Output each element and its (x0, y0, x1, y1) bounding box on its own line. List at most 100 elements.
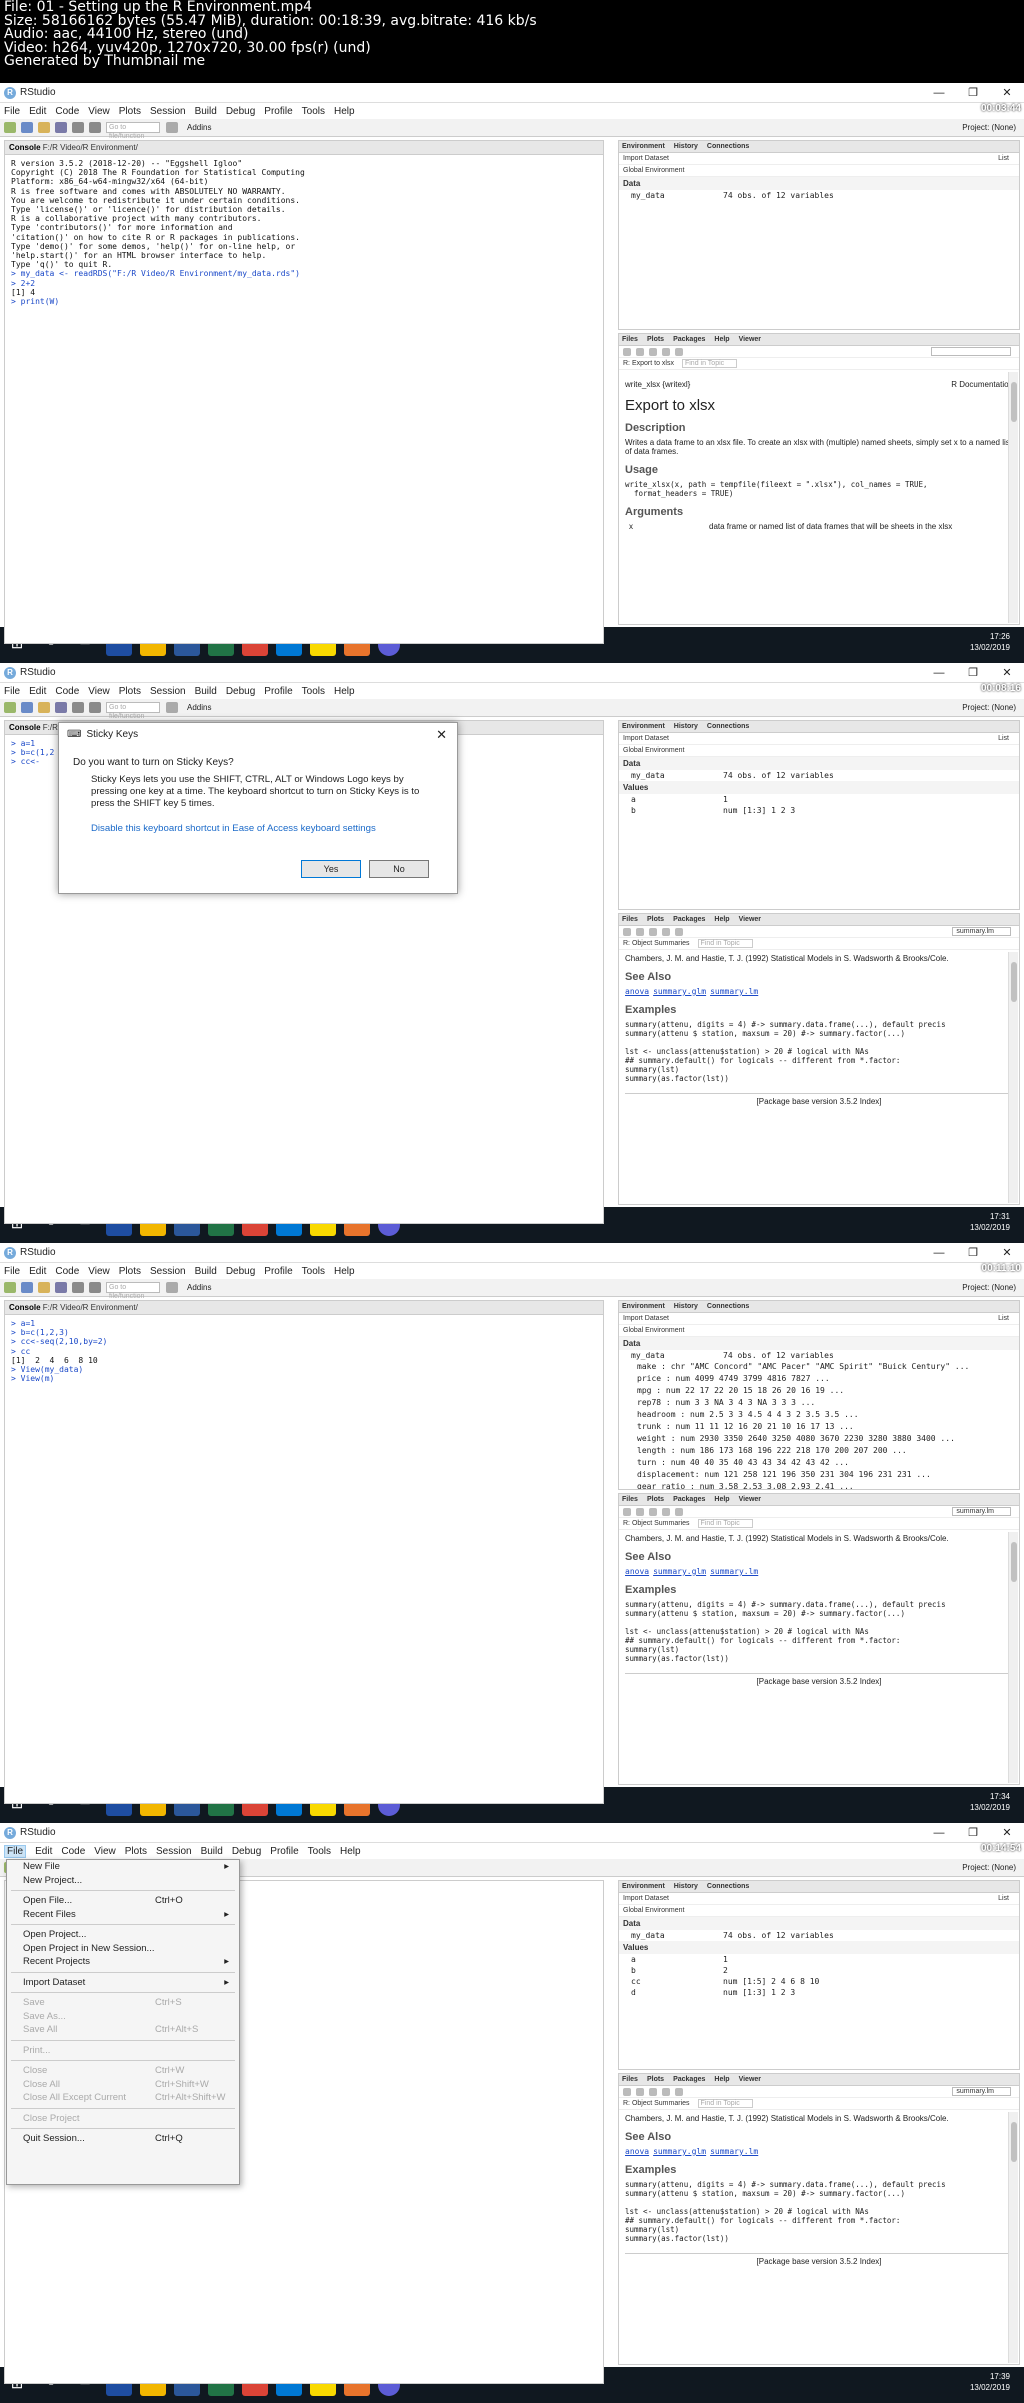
no-button[interactable]: No (369, 860, 429, 878)
disable-shortcut-link[interactable]: Disable this keyboard shortcut in Ease o… (59, 811, 457, 846)
tab-packages[interactable]: Packages (673, 1496, 705, 1503)
help-search-input[interactable]: summary.lm (952, 1507, 1011, 1516)
global-environment-menu[interactable]: Global Environment (623, 747, 684, 754)
tab-files[interactable]: Files (622, 916, 638, 923)
list-view-menu[interactable]: List (998, 1895, 1009, 1902)
menu-session[interactable]: Session (150, 1266, 186, 1277)
list-view-menu[interactable]: List (998, 155, 1009, 162)
close-icon[interactable]: ✕ (990, 1823, 1024, 1843)
menu-profile[interactable]: Profile (264, 686, 292, 697)
file-menu-item[interactable]: Open Project in New Session... (7, 1942, 239, 1956)
tab-connections[interactable]: Connections (707, 143, 749, 150)
help-breadcrumb[interactable]: R: Object Summaries (623, 940, 690, 947)
tab-help[interactable]: Help (714, 336, 729, 343)
help-breadcrumb[interactable]: R: Object Summaries (623, 2100, 690, 2107)
menu-plots[interactable]: Plots (125, 1846, 147, 1857)
find-in-topic-input[interactable]: Find in Topic (697, 939, 753, 948)
print-icon[interactable] (89, 1282, 101, 1293)
menu-profile[interactable]: Profile (264, 106, 292, 117)
list-view-menu[interactable]: List (998, 1315, 1009, 1322)
menu-build[interactable]: Build (195, 1266, 217, 1277)
help-link[interactable]: summary.glm (653, 1567, 706, 1576)
print-icon[interactable] (89, 122, 101, 133)
menu-tools[interactable]: Tools (302, 686, 325, 697)
grid-icon[interactable] (166, 1282, 178, 1293)
save-all-icon[interactable] (55, 1282, 67, 1293)
file-menu-item[interactable]: Open Project... (7, 1928, 239, 1942)
help-scrollbar[interactable] (1008, 372, 1018, 623)
help-search-input[interactable] (931, 347, 1011, 356)
menu-code[interactable]: Code (55, 686, 79, 697)
project-menu[interactable]: Project: (None) (962, 1283, 1016, 1292)
menu-build[interactable]: Build (201, 1846, 223, 1857)
close-icon[interactable]: ✕ (990, 83, 1024, 103)
list-view-menu[interactable]: List (998, 735, 1009, 742)
tab-viewer[interactable]: Viewer (739, 2076, 761, 2083)
menu-help[interactable]: Help (334, 686, 355, 697)
env-row[interactable]: my_data 74 obs. of 12 variables (619, 1350, 1019, 1361)
menu-help[interactable]: Help (334, 1266, 355, 1277)
back-icon[interactable] (623, 927, 631, 936)
tab-history[interactable]: History (674, 723, 698, 730)
help-link[interactable]: anova (625, 987, 649, 996)
addins-menu[interactable]: Addins (187, 1283, 211, 1292)
back-icon[interactable] (623, 1507, 631, 1516)
goto-file-input[interactable]: Go to file/function (106, 1282, 160, 1300)
project-menu[interactable]: Project: (None) (962, 1863, 1016, 1872)
browser-icon[interactable] (675, 1507, 683, 1516)
forward-icon[interactable] (636, 2087, 644, 2096)
minimize-icon[interactable]: — (922, 83, 956, 103)
help-breadcrumb[interactable]: R: Export to xlsx (623, 360, 674, 367)
tab-files[interactable]: Files (622, 1496, 638, 1503)
tab-help[interactable]: Help (714, 916, 729, 923)
help-link[interactable]: summary.lm (710, 2147, 758, 2156)
save-all-icon[interactable] (55, 702, 67, 713)
tab-help[interactable]: Help (714, 2076, 729, 2083)
tab-plots[interactable]: Plots (647, 916, 664, 923)
file-menu-item[interactable]: Quit Session... Ctrl+Q (7, 2132, 239, 2146)
help-scrollbar[interactable] (1008, 952, 1018, 1203)
help-link[interactable]: summary.lm (710, 1567, 758, 1576)
file-menu-item[interactable]: New Project... (7, 1874, 239, 1888)
tab-environment[interactable]: Environment (622, 1303, 665, 1310)
import-dataset-button[interactable]: Import Dataset (623, 1895, 669, 1902)
minimize-icon[interactable]: — (922, 663, 956, 683)
tab-packages[interactable]: Packages (673, 2076, 705, 2083)
tab-plots[interactable]: Plots (647, 1496, 664, 1503)
scrollbar-thumb[interactable] (1011, 962, 1017, 1002)
open-file-icon[interactable] (21, 1282, 33, 1293)
browser-icon[interactable] (675, 2087, 683, 2096)
yes-button[interactable]: Yes (301, 860, 361, 878)
menu-debug[interactable]: Debug (232, 1846, 261, 1857)
print-icon[interactable] (72, 122, 84, 133)
tab-viewer[interactable]: Viewer (739, 336, 761, 343)
menu-plots[interactable]: Plots (119, 1266, 141, 1277)
save-icon[interactable] (38, 702, 50, 713)
maximize-icon[interactable]: ❐ (956, 83, 990, 103)
env-row[interactable]: my_data 74 obs. of 12 variables (619, 1930, 1019, 1941)
scrollbar-thumb[interactable] (1011, 2122, 1017, 2162)
env-row[interactable]: my_data 74 obs. of 12 variables (619, 190, 1019, 201)
env-row[interactable]: d num [1:3] 1 2 3 (619, 1987, 1019, 1998)
goto-file-input[interactable]: Go to file/function (106, 702, 160, 720)
goto-file-input[interactable]: Go to file/function (106, 122, 160, 140)
env-row[interactable]: a1 (619, 1954, 1019, 1965)
new-file-icon[interactable] (4, 1282, 16, 1293)
menu-file[interactable]: File (4, 1266, 20, 1277)
menu-plots[interactable]: Plots (119, 686, 141, 697)
tab-packages[interactable]: Packages (673, 336, 705, 343)
tab-history[interactable]: History (674, 1303, 698, 1310)
scrollbar-thumb[interactable] (1011, 1542, 1017, 1582)
global-environment-menu[interactable]: Global Environment (623, 1327, 684, 1334)
menu-edit[interactable]: Edit (29, 686, 46, 697)
menu-tools[interactable]: Tools (308, 1846, 331, 1857)
menu-help[interactable]: Help (340, 1846, 361, 1857)
menu-profile[interactable]: Profile (264, 1266, 292, 1277)
env-row[interactable]: b num [1:3] 1 2 3 (619, 805, 1019, 816)
menu-profile[interactable]: Profile (270, 1846, 298, 1857)
new-file-icon[interactable] (4, 702, 16, 713)
menu-edit[interactable]: Edit (29, 106, 46, 117)
env-row[interactable]: b2 (619, 1965, 1019, 1976)
import-dataset-button[interactable]: Import Dataset (623, 155, 669, 162)
menu-edit[interactable]: Edit (35, 1846, 52, 1857)
